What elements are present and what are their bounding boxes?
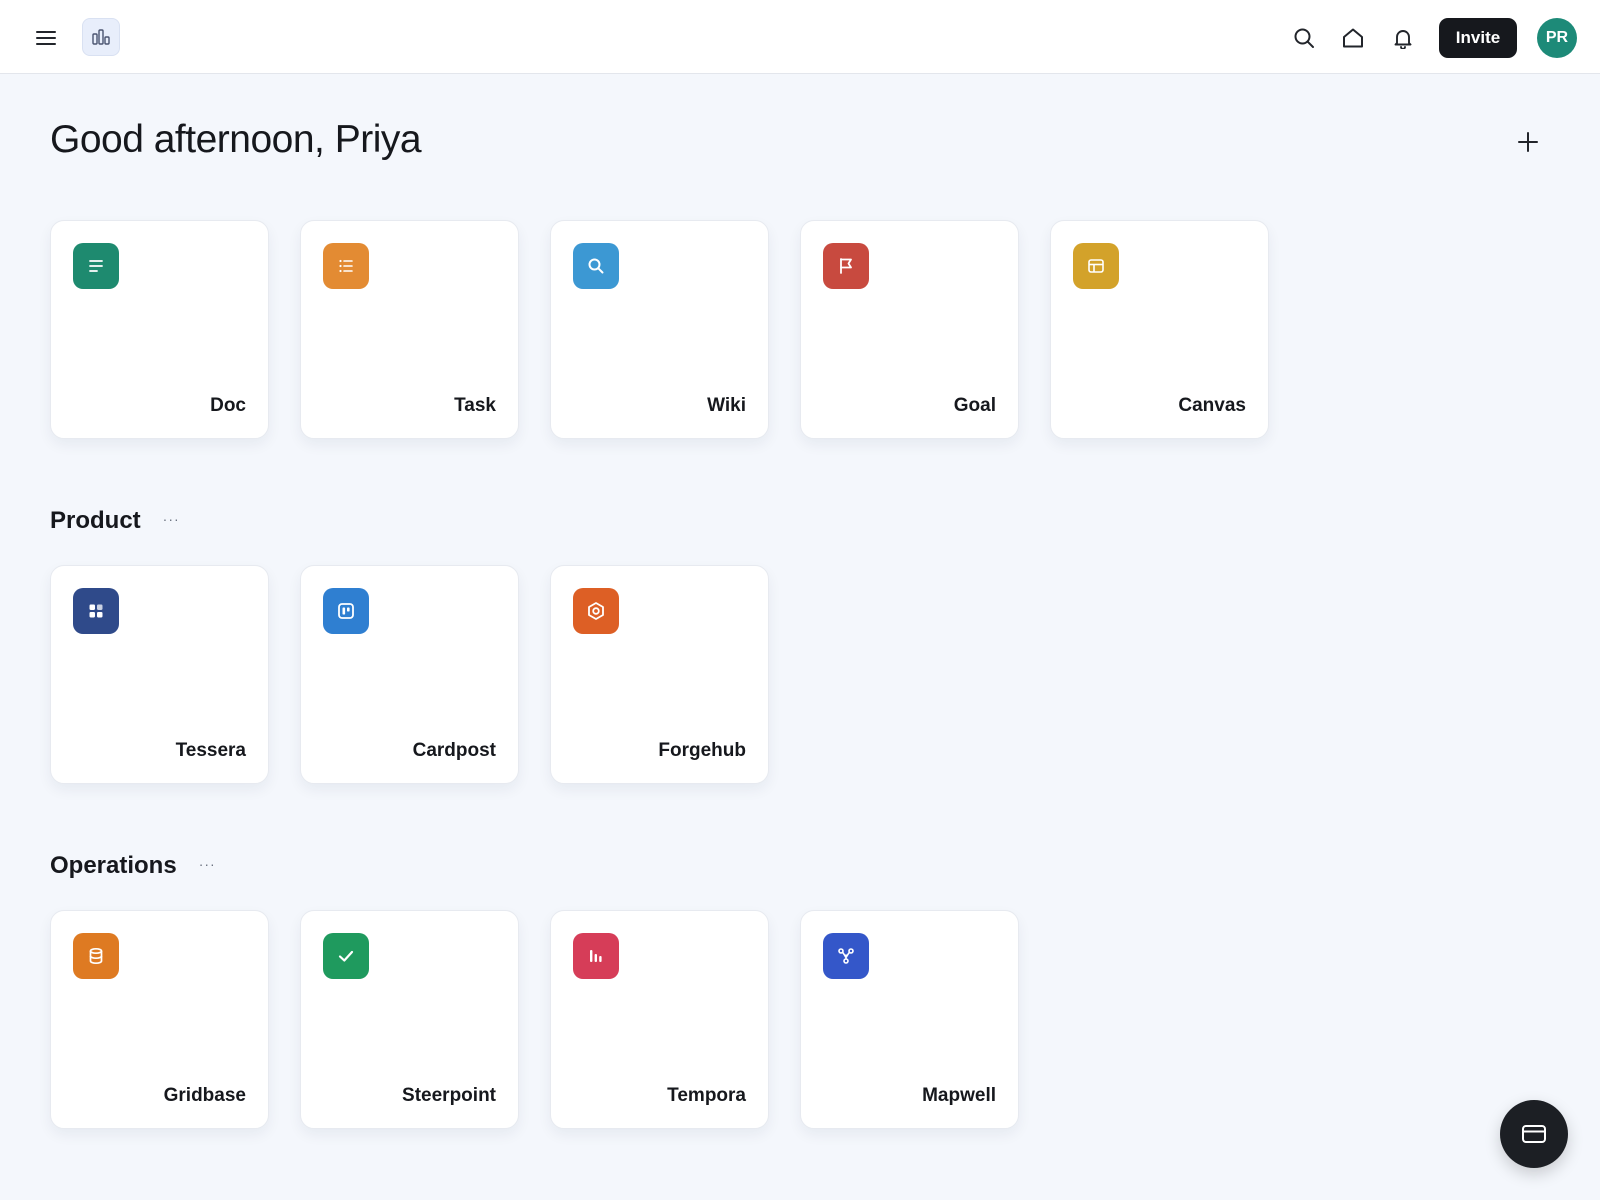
section-header-operations: Operations ···	[50, 852, 216, 880]
list-icon	[323, 243, 369, 289]
card-label: Doc	[210, 395, 246, 416]
check-icon	[323, 933, 369, 979]
plus-icon[interactable]	[1512, 126, 1544, 158]
hamburger-menu-icon[interactable]	[32, 24, 60, 52]
doc-lines-icon	[73, 243, 119, 289]
more-options-icon[interactable]: ···	[163, 511, 180, 527]
quick-create-canvas-card[interactable]: Canvas	[1050, 220, 1269, 439]
more-options-icon[interactable]: ···	[199, 856, 216, 872]
bell-icon[interactable]	[1388, 23, 1418, 53]
page-title: Good afternoon, Priya	[50, 118, 422, 161]
card-label: Forgehub	[658, 740, 746, 761]
database-icon	[73, 933, 119, 979]
app-card-tessera[interactable]: Tessera	[50, 565, 269, 784]
card-label: Mapwell	[922, 1085, 996, 1106]
quick-create-wiki-card[interactable]: Wiki	[550, 220, 769, 439]
section-title: Operations	[50, 852, 177, 879]
card-label: Gridbase	[163, 1085, 246, 1106]
avatar[interactable]: PR	[1537, 18, 1577, 58]
product-apps-row: Tessera Cardpost Forgehub	[50, 565, 800, 784]
grid-icon	[73, 588, 119, 634]
app-logo-button[interactable]	[82, 18, 120, 56]
board-icon	[323, 588, 369, 634]
search-icon[interactable]	[1289, 23, 1319, 53]
flag-icon	[823, 243, 869, 289]
bar-chart-icon	[573, 933, 619, 979]
app-card-mapwell[interactable]: Mapwell	[800, 910, 1019, 1129]
quick-create-doc-card[interactable]: Doc	[50, 220, 269, 439]
card-label: Wiki	[707, 395, 746, 416]
card-label: Goal	[953, 395, 996, 416]
invite-button[interactable]: Invite	[1439, 18, 1517, 58]
quick-create-row: Doc Task Wiki Goal Canvas	[50, 220, 1300, 439]
home-icon[interactable]	[1338, 23, 1368, 53]
card-label: Canvas	[1178, 395, 1246, 416]
card-label: Tempora	[667, 1085, 746, 1106]
bar-chart-logo-icon	[92, 29, 110, 45]
hexagon-icon	[573, 588, 619, 634]
section-header-product: Product ···	[50, 507, 180, 535]
card-label: Steerpoint	[402, 1085, 496, 1106]
layout-icon	[1073, 243, 1119, 289]
app-card-cardpost[interactable]: Cardpost	[300, 565, 519, 784]
card-label: Cardpost	[412, 740, 496, 761]
operations-apps-row: Gridbase Steerpoint Tempora Mapwell	[50, 910, 1050, 1129]
card-label: Task	[454, 395, 496, 416]
card-icon	[1522, 1125, 1546, 1143]
app-card-gridbase[interactable]: Gridbase	[50, 910, 269, 1129]
quick-create-task-card[interactable]: Task	[300, 220, 519, 439]
network-icon	[823, 933, 869, 979]
top-bar: Invite PR	[0, 0, 1600, 74]
app-card-tempora[interactable]: Tempora	[550, 910, 769, 1129]
search-icon	[573, 243, 619, 289]
section-title: Product	[50, 507, 141, 534]
floating-action-button[interactable]	[1500, 1100, 1568, 1168]
quick-create-goal-card[interactable]: Goal	[800, 220, 1019, 439]
card-label: Tessera	[175, 740, 246, 761]
app-card-steerpoint[interactable]: Steerpoint	[300, 910, 519, 1129]
app-card-forgehub[interactable]: Forgehub	[550, 565, 769, 784]
